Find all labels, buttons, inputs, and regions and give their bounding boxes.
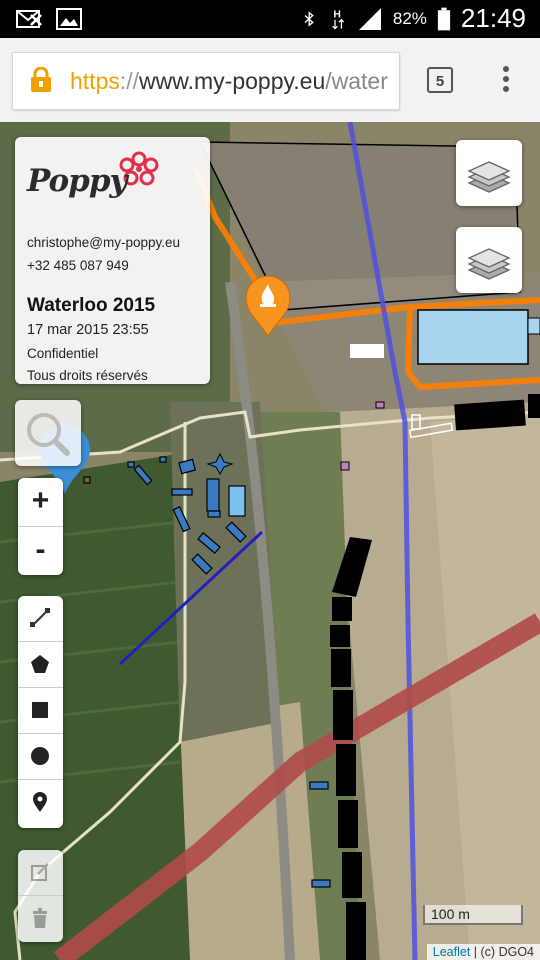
edit-icon	[31, 863, 49, 881]
map-attribution: Leaflet | (c) DGO4	[426, 944, 540, 960]
edit-layers-button[interactable]	[18, 850, 63, 896]
rights-label: Tous droits réservés	[27, 368, 148, 383]
confidential-label: Confidentiel	[27, 346, 99, 361]
delete-icon	[33, 908, 47, 928]
map-scale: 100 m	[423, 905, 523, 925]
leaflet-link[interactable]: Leaflet	[433, 945, 471, 959]
url-separator: ://	[119, 68, 140, 94]
layers-control-button[interactable]	[456, 140, 522, 206]
hsdpa-icon: H	[332, 9, 345, 30]
image-icon	[56, 8, 82, 30]
layers-icon	[467, 161, 511, 193]
delete-layers-button[interactable]	[18, 896, 63, 941]
overflow-menu-icon[interactable]	[496, 66, 516, 96]
map-view[interactable]: Poppy christophe@my-poppy.eu +32 485 087…	[0, 122, 540, 960]
battery-icon	[437, 7, 451, 30]
draw-toolbar	[18, 596, 63, 828]
project-date: 17 mar 2015 23:55	[27, 322, 149, 338]
info-panel: Poppy christophe@my-poppy.eu +32 485 087…	[15, 137, 210, 384]
signal-icon	[358, 7, 381, 30]
layers-control-button-secondary[interactable]	[456, 227, 522, 293]
zoom-control: + -	[18, 478, 63, 575]
zoom-in-button[interactable]: +	[18, 478, 63, 527]
project-title: Waterloo 2015	[27, 295, 156, 316]
zoom-out-button[interactable]: -	[18, 527, 63, 575]
circle-icon	[31, 747, 49, 765]
browser-toolbar: https://www.my-poppy.eu/water 5	[0, 38, 540, 123]
bluetooth-icon	[304, 10, 314, 27]
draw-marker-button[interactable]	[18, 780, 63, 825]
draw-polygon-button[interactable]	[18, 642, 63, 688]
layers-icon	[467, 248, 511, 280]
svg-text:H: H	[333, 9, 341, 20]
marker-icon	[33, 792, 47, 812]
status-bar: H 82% 21:49	[0, 0, 540, 38]
logo-text: Poppy	[27, 163, 128, 199]
contact-email: christophe@my-poppy.eu	[27, 235, 181, 250]
address-bar[interactable]: https://www.my-poppy.eu/water	[12, 52, 400, 110]
notifications-off-icon	[16, 10, 42, 28]
lock-icon	[31, 67, 51, 92]
tab-switcher-button[interactable]: 5	[427, 67, 453, 93]
search-icon	[27, 413, 70, 456]
url-host: www.my-poppy.eu	[139, 68, 326, 94]
clock: 21:49	[460, 3, 526, 33]
url-scheme: https	[70, 68, 120, 94]
polygon-icon	[31, 655, 49, 673]
rectangle-icon	[32, 702, 48, 718]
draw-polyline-button[interactable]	[18, 596, 63, 642]
url-text[interactable]: https://www.my-poppy.eu/water	[70, 68, 388, 95]
battery-percent: 82%	[392, 8, 427, 28]
search-button[interactable]	[15, 400, 81, 466]
edit-toolbar	[18, 850, 63, 942]
polyline-icon	[30, 608, 50, 627]
draw-circle-button[interactable]	[18, 734, 63, 780]
contact-phone: +32 485 087 949	[27, 258, 129, 273]
attribution-text: | (c) DGO4	[473, 945, 534, 959]
url-path: /water	[325, 68, 388, 94]
draw-rectangle-button[interactable]	[18, 688, 63, 734]
